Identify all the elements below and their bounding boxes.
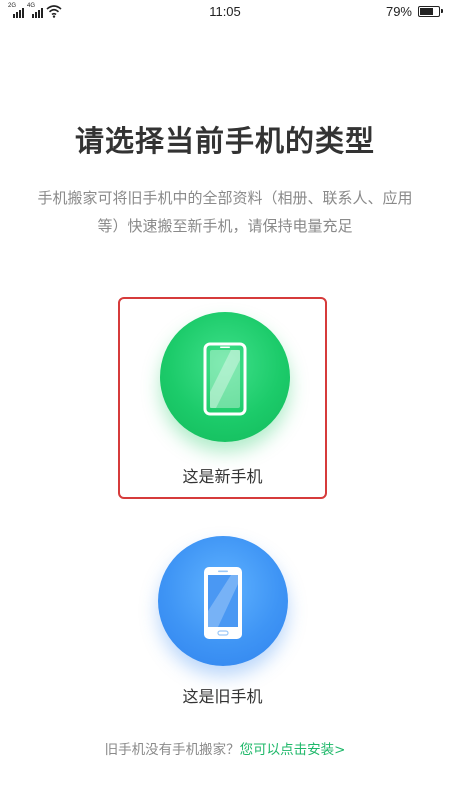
battery-icon: [418, 6, 443, 17]
page-title: 请选择当前手机的类型: [74, 124, 375, 158]
phone-clone-screen: 2G 4G 11:05 79% 请选择当前手机的类型 手机搬家可将旧手机中的全部…: [0, 0, 450, 800]
install-hint: 旧手机没有手机搬家？您可以点击安装>: [0, 738, 450, 758]
old-phone-icon: [204, 567, 242, 639]
old-phone-circle: [158, 536, 288, 666]
old-phone-option[interactable]: 这是旧手机: [118, 530, 327, 730]
new-phone-option[interactable]: 这是新手机: [118, 297, 327, 499]
new-phone-icon: [203, 342, 247, 416]
status-bar: 2G 4G 11:05 79%: [0, 0, 450, 24]
status-right: 79%: [385, 4, 443, 19]
install-link[interactable]: 您可以点击安装>: [240, 742, 346, 758]
new-phone-circle: [160, 312, 290, 442]
install-hint-prompt: 旧手机没有手机搬家？: [104, 742, 240, 758]
status-time: 11:05: [209, 4, 241, 19]
new-phone-label: 这是新手机: [182, 467, 263, 486]
old-phone-label: 这是旧手机: [182, 687, 263, 706]
page-description: 手机搬家可将旧手机中的全部资料（相册、联系人、应用等）快速搬至新手机，请保持电量…: [37, 189, 413, 235]
battery-percent: 79%: [385, 4, 412, 19]
